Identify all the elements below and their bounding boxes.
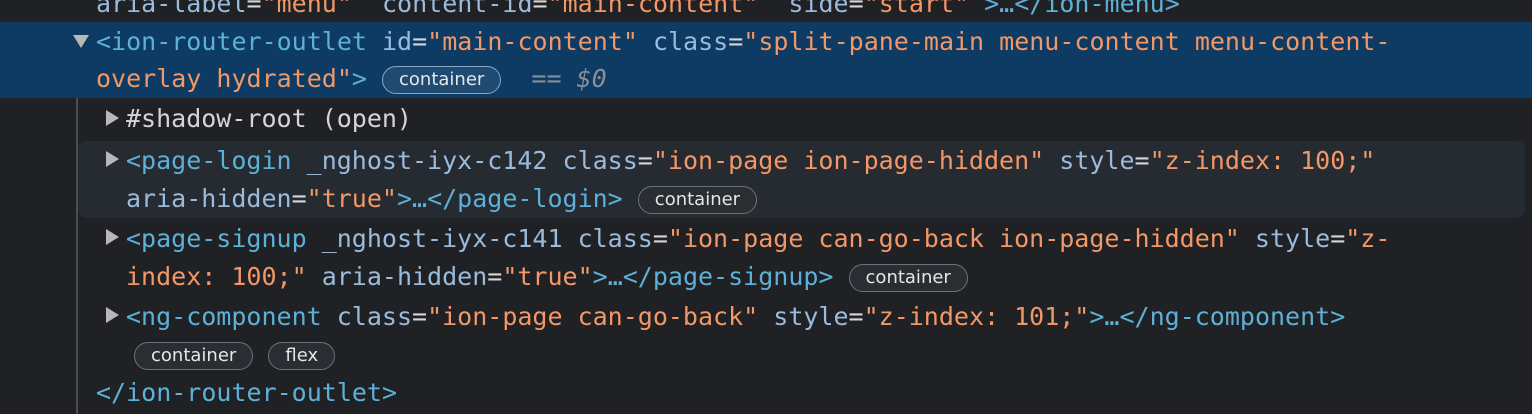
tag-open: <page-login	[126, 146, 292, 175]
collapse-triangle-icon[interactable]	[106, 110, 119, 126]
attr-name: aria-label	[96, 0, 247, 18]
attr-name: style	[773, 302, 849, 331]
attr-name: style	[1059, 146, 1135, 175]
collapse-triangle-icon[interactable]	[106, 229, 119, 245]
attr-value: "main-content"	[427, 27, 638, 56]
shadow-root-node[interactable]: #shadow-root (open)	[126, 101, 412, 137]
attr-value: "main-content"	[547, 0, 759, 18]
attr-value: "ion-page ion-page-hidden"	[652, 146, 1045, 175]
container-badge[interactable]: container	[637, 186, 758, 214]
tag-close: </ng-component>	[1119, 302, 1346, 331]
attr-value: "menu"	[261, 0, 352, 18]
router-outlet-close-node[interactable]: </ion-router-outlet>	[96, 375, 397, 411]
tag-close: </page-signup>	[622, 262, 834, 291]
page-signup-node[interactable]: <page-signup _nghost-iyx-c141 class="ion…	[126, 221, 1390, 257]
attr-value: "true"	[502, 262, 593, 291]
tag-open: <page-signup	[126, 224, 307, 253]
attr-value: "ion-page can-go-back ion-page-hidden"	[667, 224, 1240, 253]
elements-tree[interactable]: aria-label="menu" content-id="main-conte…	[0, 0, 1532, 414]
container-badge[interactable]: container	[134, 342, 254, 370]
page-signup-node-cont[interactable]: index: 100;" aria-hidden="true">…</page-…	[126, 259, 968, 295]
ng-component-node[interactable]: <ng-component class="ion-page can-go-bac…	[126, 299, 1345, 335]
collapse-triangle-icon[interactable]	[106, 307, 119, 323]
attr-value: index: 100;"	[126, 262, 307, 291]
attr-value: "true"	[306, 184, 397, 213]
console-ref: == $0	[531, 64, 607, 93]
attr-name: id	[382, 27, 413, 56]
attr-name: aria-hidden	[126, 184, 292, 213]
expand-triangle-icon[interactable]	[73, 35, 89, 48]
attr-value: "split-pane-main menu-content menu-conte…	[743, 27, 1391, 56]
attr-name: aria-hidden	[321, 262, 488, 291]
attr-value: "start"	[863, 0, 970, 18]
selected-node-row[interactable]: <ion-router-outlet id="main-content" cla…	[0, 22, 1532, 98]
attr-value: "z-	[1345, 224, 1391, 253]
container-badge[interactable]: container	[848, 264, 968, 292]
tag-close: </ion-router-outlet>	[96, 378, 398, 407]
attr-name: side	[788, 0, 849, 18]
attr-name: class	[336, 302, 412, 331]
attr-name: _nghost-iyx-c142	[306, 146, 548, 175]
shadow-root-label: #shadow-root (open)	[126, 104, 412, 133]
attr-name: style	[1254, 224, 1331, 253]
collapse-triangle-icon[interactable]	[106, 151, 119, 167]
tag-close: </page-login>	[427, 184, 623, 213]
attr-name: _nghost-iyx-c141	[321, 224, 563, 253]
attr-value: overlay hydrated"	[96, 64, 352, 93]
attr-name: class	[577, 224, 653, 253]
tag-open: <ng-component	[126, 302, 322, 331]
page-login-node[interactable]: <page-login _nghost-iyx-c142 class="ion-…	[126, 143, 1375, 179]
attr-name: content-id	[382, 0, 533, 18]
page-login-node-cont[interactable]: aria-hidden="true">…</page-login> contai…	[126, 181, 758, 217]
ion-menu-node-partial[interactable]: aria-label="menu" content-id="main-conte…	[96, 0, 1180, 22]
container-badge[interactable]: container	[382, 66, 502, 94]
indent-guide	[76, 98, 78, 414]
attr-value: "z-index: 101;"	[863, 302, 1090, 331]
collapsed-marker: >…	[396, 184, 428, 213]
flex-badge[interactable]: flex	[268, 342, 336, 370]
attr-name: class	[562, 146, 638, 175]
collapsed-marker: >…	[592, 262, 623, 291]
tag-open: <ion-router-outlet	[96, 27, 367, 56]
collapsed-marker: >…	[1089, 302, 1120, 331]
ng-component-badges: container flex	[134, 337, 336, 373]
attr-value: "ion-page can-go-back"	[427, 302, 759, 331]
attr-name: class	[652, 27, 729, 56]
attr-value: "z-index: 100;"	[1149, 146, 1376, 175]
collapsed-close-tag: >…</ion-menu>	[984, 0, 1180, 18]
